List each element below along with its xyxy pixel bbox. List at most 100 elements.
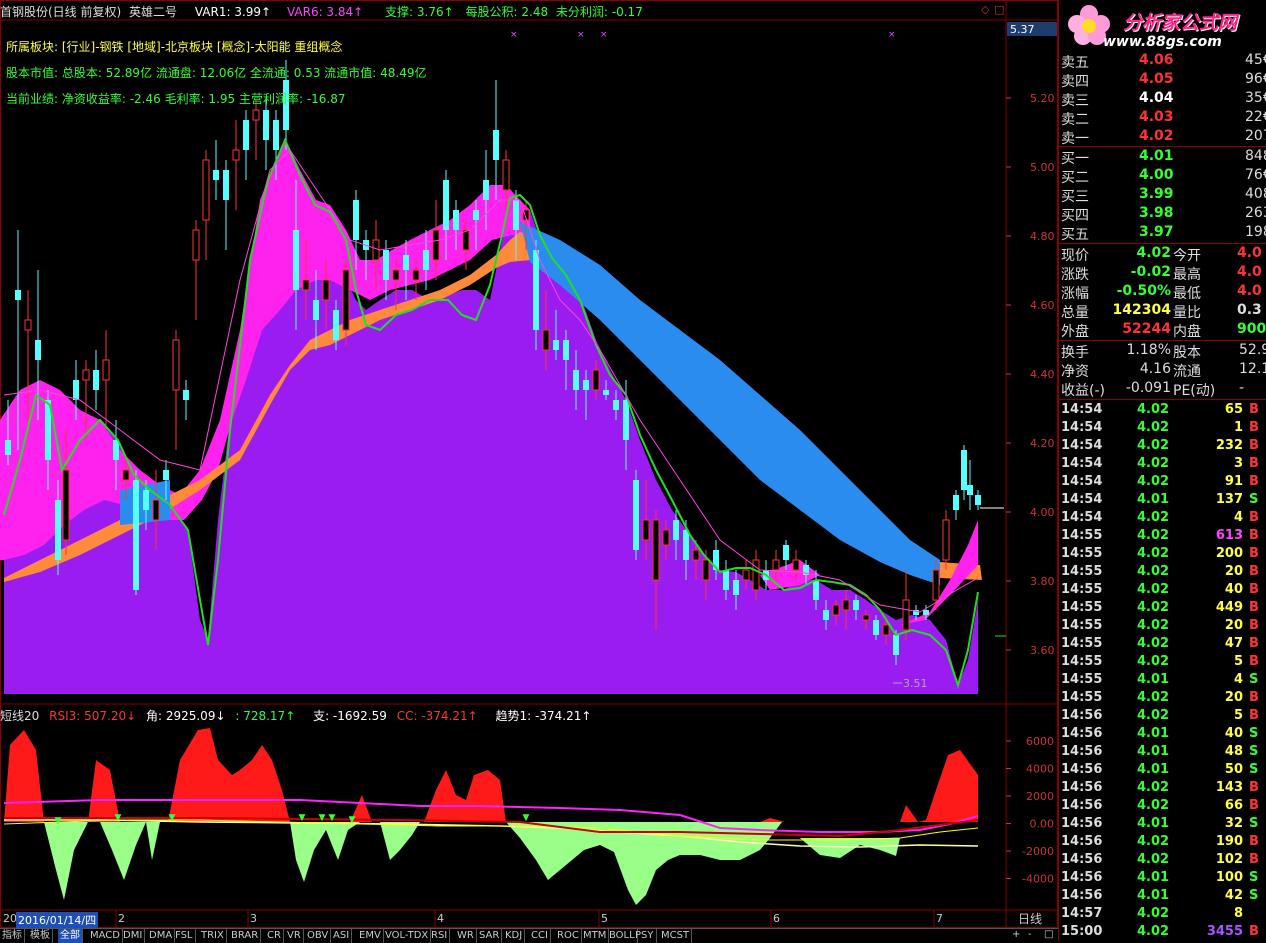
tick-time: 14:54 (1061, 420, 1103, 435)
tick-side: B (1249, 780, 1259, 795)
tick-price: 4.02 (1137, 780, 1170, 795)
tab-mcst[interactable]: MCST (659, 929, 693, 943)
tick-volume: 20 (1224, 564, 1243, 579)
tab-macd[interactable]: MACD (88, 929, 123, 943)
chart-area[interactable]: × × × × ▼ ▼ ▼ ▼ ▼ ▼ ▼ ▼ 5.20 5.00 4.80 4.60 4.40 4.20 4.… (0, 0, 1058, 942)
xaxis-month-3: 3 (250, 912, 257, 925)
tab-asi[interactable]: ASI (331, 929, 353, 943)
candle-body (483, 180, 489, 200)
stat-label: 总量 (1061, 305, 1089, 321)
tab-roc[interactable]: ROC (555, 929, 582, 943)
tick-row: 14:55 4.02 20 B (1059, 618, 1266, 636)
tab-obv[interactable]: OBV (305, 929, 332, 943)
window-icon[interactable]: □ (994, 3, 1004, 16)
stat-label-2: 内盘 (1173, 324, 1201, 340)
tab-vr[interactable]: VR (285, 929, 304, 943)
tab-rsi[interactable]: RSI (429, 929, 451, 943)
var6-value: VAR6: 3.84↑ (286, 5, 364, 19)
tab-mtm[interactable]: MTM (581, 929, 610, 943)
tick-price: 4.02 (1137, 402, 1170, 417)
ask-price: 4.03 (1139, 109, 1174, 125)
tab-fsl[interactable]: FSL (173, 929, 196, 943)
tick-side: B (1249, 852, 1259, 867)
maximize-button[interactable]: □ (1044, 929, 1053, 940)
tab-kdj[interactable]: KDJ (503, 929, 526, 943)
tick-price: 4.01 (1137, 762, 1170, 777)
bid-row[interactable]: 买五 3.97 198 (1059, 224, 1266, 243)
tick-row: 14:54 4.02 1 B (1059, 420, 1266, 438)
tab-cr[interactable]: CR (265, 929, 284, 943)
tick-volume: 32 (1224, 816, 1243, 831)
price-tick-label: 4.00 (1030, 506, 1055, 519)
ask-row[interactable]: 卖三 4.04 35€ (1059, 90, 1266, 109)
tab-sar[interactable]: SAR (477, 929, 503, 943)
ask-volume: 207 (1245, 128, 1266, 144)
support-value: 支撑: 3.76↑ (385, 5, 454, 19)
candle-body (82, 369, 90, 381)
ticks-divider (1059, 399, 1266, 400)
tick-price: 4.02 (1137, 636, 1170, 651)
period-label[interactable]: 日线 (1018, 912, 1042, 926)
candle-body (432, 229, 440, 261)
stat2-label: 净资 (1061, 364, 1089, 380)
candle-body (183, 390, 189, 400)
xaxis-month-7: 7 (936, 912, 943, 925)
ask-row[interactable]: 卖五 4.06 45€ (1059, 52, 1266, 71)
tick-time: 14:55 (1061, 690, 1103, 705)
tick-time: 14:57 (1061, 906, 1103, 921)
candle-body (73, 380, 79, 400)
ask-row[interactable]: 卖一 4.02 207 (1059, 128, 1266, 147)
tab-指标[interactable]: 指标 (0, 929, 25, 943)
tick-row: 14:56 4.01 40 S (1059, 726, 1266, 744)
tab-brar[interactable]: BRAR (229, 929, 262, 943)
tick-row: 14:56 4.01 42 S (1059, 888, 1266, 906)
tab-psy[interactable]: PSY (633, 929, 657, 943)
tab-dma[interactable]: DMA (147, 929, 176, 943)
candle-body (342, 269, 350, 331)
bid-price: 4.00 (1139, 167, 1174, 183)
tick-side: S (1249, 888, 1259, 903)
candle-body (961, 450, 967, 490)
tick-volume: 137 (1215, 492, 1243, 507)
ask-price: 4.02 (1139, 128, 1174, 144)
tab-全部[interactable]: 全部 (58, 929, 83, 943)
ask-label: 卖三 (1061, 93, 1089, 109)
candle-body (133, 480, 139, 590)
kline-chart[interactable]: × × × × ▼ ▼ ▼ ▼ ▼ ▼ ▼ ▼ 5.205.004.804.604.404.204.… (0, 0, 1058, 942)
tab-cci[interactable]: CCI (529, 929, 551, 943)
tick-price: 4.02 (1137, 600, 1170, 615)
trend-value: 趋势1: -374.21↑ (495, 709, 592, 723)
tab-emv[interactable]: EMV (357, 929, 384, 943)
short-label: 短线20 (0, 709, 40, 723)
ask-row[interactable]: 卖四 4.05 96€ (1059, 71, 1266, 90)
tick-row: 14:56 4.01 48 S (1059, 744, 1266, 762)
tab-模板[interactable]: 模板 (28, 929, 53, 943)
tab-dmi[interactable]: DMI (121, 929, 146, 943)
ask-row[interactable]: 卖二 4.03 22€ (1059, 109, 1266, 128)
tab-wr[interactable]: WR (455, 929, 477, 943)
candle-body (392, 269, 400, 281)
bid-row[interactable]: 买二 4.00 76€ (1059, 167, 1266, 186)
candle-body (772, 559, 780, 571)
stat-value-2: 9000 (1237, 321, 1266, 337)
candle-body (723, 570, 729, 590)
tab-vol-tdx[interactable]: VOL-TDX (383, 929, 432, 943)
indicator-tab-bar: 指标 模板 全部 MACD DMI DMA FSL TRIX BRAR CR VR OBV ASI EMV… (0, 928, 1058, 943)
stat2-label-2: 股本 (1173, 345, 1201, 361)
restore-icon[interactable]: ◇ (981, 3, 990, 16)
bid-row[interactable]: 买一 4.01 848 (1059, 148, 1266, 167)
tick-row: 14:56 4.02 143 B (1059, 780, 1266, 798)
low-mark-label: 3.51 (903, 677, 928, 690)
candle-body (683, 530, 689, 560)
tick-side: B (1249, 474, 1259, 489)
tick-row: 14:57 4.02 8 (1059, 906, 1266, 924)
tick-side: B (1249, 564, 1259, 579)
tick-price: 4.02 (1137, 690, 1170, 705)
bid-row[interactable]: 买三 3.99 408 (1059, 186, 1266, 205)
bid-row[interactable]: 买四 3.98 263 (1059, 205, 1266, 224)
candle-body (823, 610, 829, 620)
tick-price: 4.01 (1137, 816, 1170, 831)
tab-trix[interactable]: TRIX (199, 929, 227, 943)
zoom-in-button[interactable]: + (1012, 929, 1020, 940)
zoom-out-button[interactable]: - (1028, 929, 1032, 940)
